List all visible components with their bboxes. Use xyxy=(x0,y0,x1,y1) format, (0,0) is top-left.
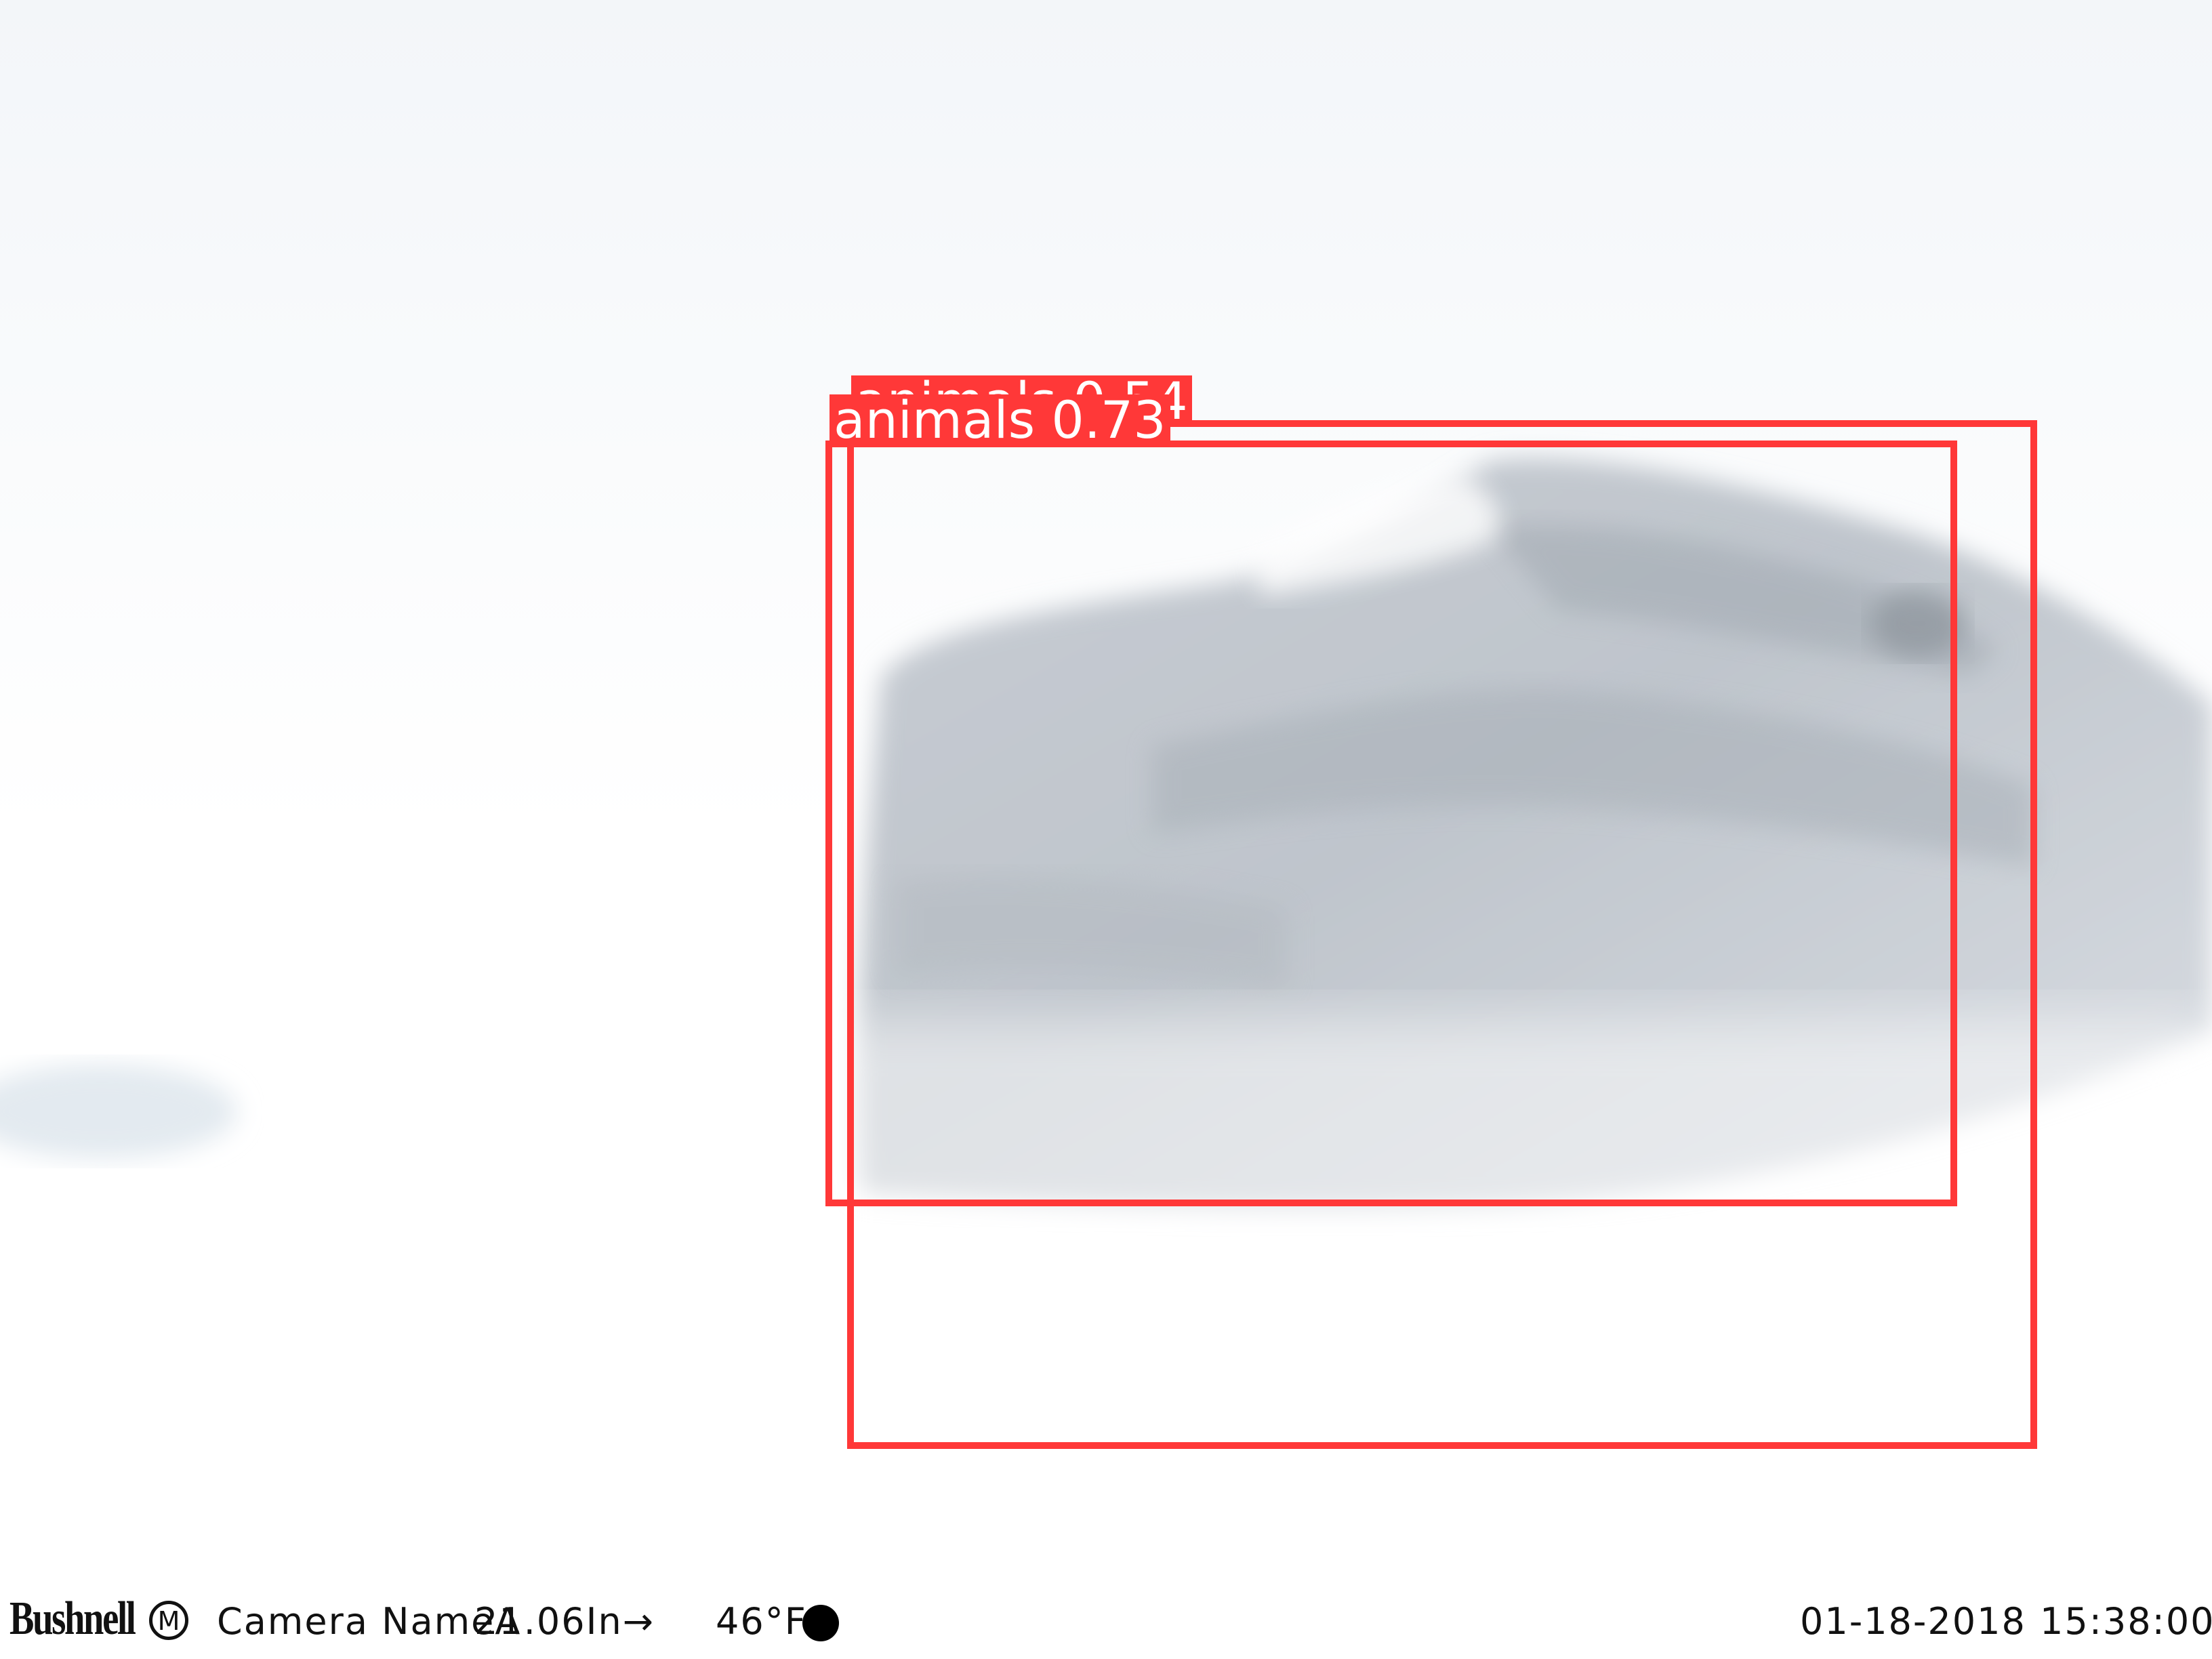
time-stamp: 15:38:00 xyxy=(2040,1600,2212,1643)
brand-logo: Bushnell xyxy=(9,1593,136,1645)
temperature-reading: 46°F xyxy=(716,1600,807,1643)
date-stamp: 01-18-2018 xyxy=(1800,1600,2026,1643)
detection-label-2-class: animals xyxy=(834,390,1036,450)
camera-info-bar: Bushnell M Camera NameA 21.06In→ 46°F 01… xyxy=(0,1586,2212,1659)
detection-box-2 xyxy=(825,441,1957,1206)
pressure-reading: 21.06In→ xyxy=(474,1600,655,1643)
detection-label-2-score: 0.73 xyxy=(1051,390,1166,450)
full-moon-icon xyxy=(802,1605,839,1641)
detection-label-2: animals 0.73 xyxy=(830,394,1170,446)
mode-badge: M xyxy=(149,1601,188,1640)
